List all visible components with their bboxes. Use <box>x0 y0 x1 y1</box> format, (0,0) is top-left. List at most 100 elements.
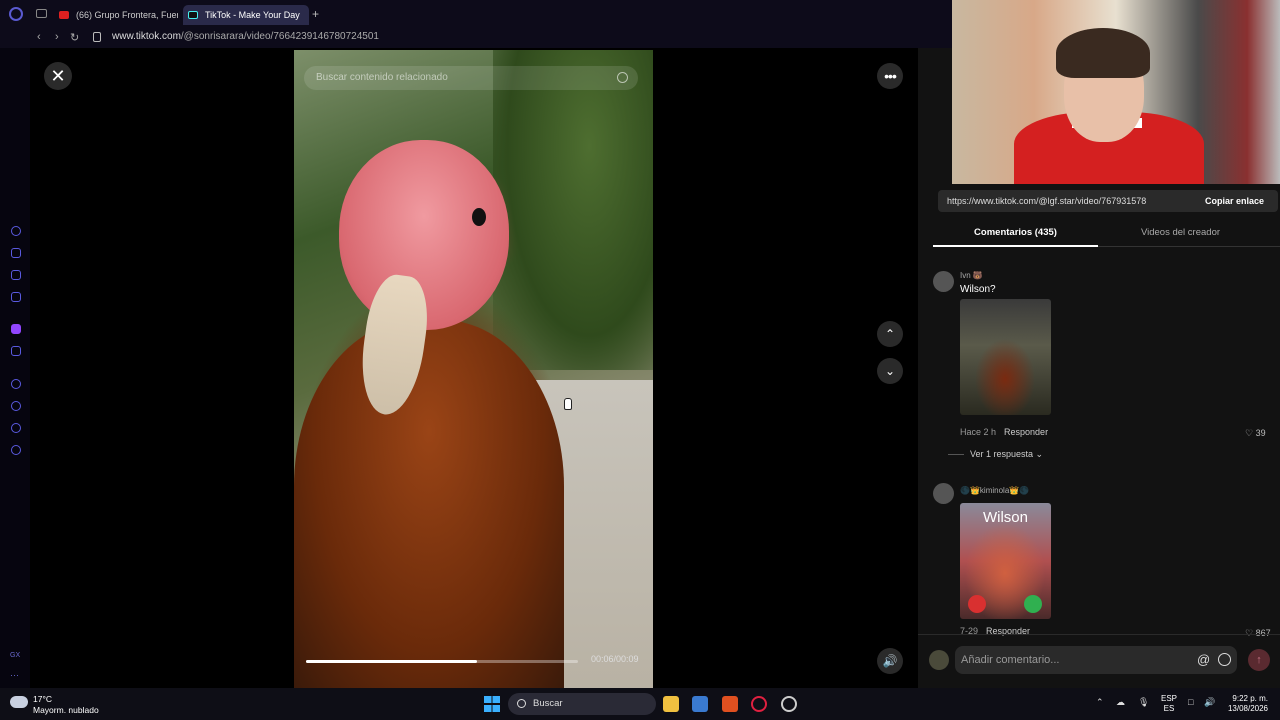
more-options-button[interactable]: ••• <box>877 63 903 89</box>
language-code: ESP <box>1161 694 1178 703</box>
tray-expand-icon[interactable]: ⌃ <box>1096 697 1104 708</box>
player-icon[interactable] <box>11 379 21 389</box>
comment-meta: Hace 2 h Responder <box>960 427 1048 437</box>
volume-icon[interactable]: 🔊 <box>1204 697 1215 708</box>
opera-logo-icon[interactable] <box>9 7 23 21</box>
clock-time: 9:22 p. m. <box>1232 694 1268 703</box>
webcam-overlay <box>952 0 1280 184</box>
video-player[interactable]: Buscar contenido relacionado 00:06/00:09 <box>294 50 653 688</box>
settings-icon[interactable] <box>11 445 21 455</box>
related-search-input[interactable]: Buscar contenido relacionado <box>304 66 638 90</box>
microphone-icon[interactable]: 🎙 <box>1138 697 1149 708</box>
share-url[interactable]: https://www.tiktok.com/@lgf.star/video/7… <box>947 190 1173 212</box>
tab-comments[interactable]: Comentarios (435) <box>933 227 1098 238</box>
close-button[interactable]: ✕ <box>44 62 72 90</box>
comment-input[interactable] <box>955 646 1237 674</box>
keyboard-layout: ES <box>1163 704 1175 713</box>
opera-sidebar: GX ··· <box>0 48 30 688</box>
percent-icon[interactable] <box>11 346 21 356</box>
notes-icon[interactable] <box>11 270 21 280</box>
forward-icon[interactable]: › <box>55 31 59 43</box>
comment-image[interactable]: Wilson <box>960 503 1051 619</box>
clock-date: 13/08/2026 <box>1227 704 1268 713</box>
app-icon[interactable] <box>781 696 797 712</box>
related-search-placeholder: Buscar contenido relacionado <box>316 72 448 83</box>
windows-start-icon[interactable] <box>484 696 500 712</box>
comment-image[interactable] <box>960 299 1051 415</box>
tab-youtube-label: (66) Grupo Frontera, Fuerz <box>76 10 178 20</box>
comment-time: Hace 2 h <box>960 427 997 437</box>
language-indicator[interactable]: ESP ES <box>1161 694 1177 714</box>
video-time: 00:06/00:09 <box>591 654 639 664</box>
decline-call-icon <box>968 595 986 613</box>
tab-creator-videos[interactable]: Videos del creador <box>1098 227 1263 238</box>
network-icon[interactable]: □ <box>1188 697 1193 707</box>
url-field[interactable]: www.tiktok.com/@sonrisarara/video/766423… <box>112 31 379 42</box>
store-icon[interactable] <box>692 696 708 712</box>
clock[interactable]: 9:22 p. m. 13/08/2026 <box>1222 694 1268 714</box>
view-replies-button[interactable]: Ver 1 respuesta ⌄ <box>948 449 1043 460</box>
send-button[interactable]: ↑ <box>1248 649 1270 671</box>
url-path: /@sonrisarara/video/7664239146780724501 <box>180 31 379 42</box>
brave-icon[interactable] <box>722 696 738 712</box>
avatar[interactable] <box>933 271 954 292</box>
tiktok-icon <box>188 11 198 19</box>
rooster-body <box>294 320 564 688</box>
more-sidebar-icon[interactable]: ··· <box>10 670 19 680</box>
tab-tiktok-label: TikTok - Make Your Day <box>205 10 300 20</box>
avatar[interactable] <box>933 483 954 504</box>
video-progress-fill <box>306 660 478 663</box>
video-viewer: ✕ Buscar contenido relacionado 00:06/00:… <box>30 48 918 688</box>
weather-description: Mayorm. nublado <box>33 705 99 715</box>
taskbar-search[interactable]: Buscar <box>508 693 656 715</box>
workspace-icon[interactable] <box>36 9 47 18</box>
temperature: 17°C <box>33 694 52 704</box>
tab-youtube[interactable]: (66) Grupo Frontera, Fuerz <box>54 5 178 25</box>
webcam-headphones <box>1056 28 1150 78</box>
chat-icon[interactable] <box>11 423 21 433</box>
reload-icon[interactable]: ↻ <box>70 31 79 44</box>
weather-widget[interactable]: 17°C Mayorm. nublado <box>33 694 99 716</box>
next-video-button[interactable]: ⌄ <box>877 358 903 384</box>
cloud-icon[interactable]: ☁ <box>1116 697 1125 708</box>
weather-icon[interactable] <box>10 696 28 708</box>
comment-composer: @ ↑ <box>918 634 1280 688</box>
twitch-icon[interactable] <box>11 324 21 334</box>
copy-link-button[interactable]: Copiar enlace <box>1205 190 1264 212</box>
opera-gx-icon[interactable] <box>751 696 767 712</box>
panel-tabs: Comentarios (435) Videos del creador <box>933 221 1280 247</box>
search-icon[interactable] <box>617 72 628 83</box>
youtube-icon <box>59 11 69 19</box>
comment-username[interactable]: 🌑👑kiminola👑🌑 <box>960 486 1029 495</box>
avatar[interactable] <box>929 650 949 670</box>
screen: (66) Grupo Frontera, Fuerz TikTok - Make… <box>0 0 1280 720</box>
accept-call-icon <box>1024 595 1042 613</box>
comment-image-title: Wilson <box>982 509 1028 526</box>
lock-icon[interactable] <box>93 32 101 42</box>
bag-icon[interactable] <box>11 248 21 258</box>
messenger-icon[interactable] <box>11 292 21 302</box>
search-icon <box>517 699 526 708</box>
taskbar: 17°C Mayorm. nublado Buscar ⌃ ☁ 🎙 ESP ES… <box>0 688 1280 720</box>
mention-icon[interactable]: @ <box>1197 652 1210 667</box>
new-tab-button[interactable]: + <box>312 7 319 21</box>
file-explorer-icon[interactable] <box>663 696 679 712</box>
volume-button[interactable]: 🔊 <box>877 648 903 674</box>
refresh-sidebar-icon[interactable] <box>11 226 21 236</box>
rooster-eye <box>472 208 486 226</box>
share-link-box: https://www.tiktok.com/@lgf.star/video/7… <box>938 190 1278 212</box>
history-icon[interactable] <box>11 401 21 411</box>
back-icon[interactable]: ‹ <box>37 31 41 43</box>
previous-video-button[interactable]: ⌃ <box>877 321 903 347</box>
url-host: www.tiktok.com <box>112 31 181 42</box>
comment-likes[interactable]: ♡ 39 <box>1245 428 1266 439</box>
comment-username[interactable]: Ivn 🐻 <box>960 271 983 280</box>
comment-likes-count: 39 <box>1255 428 1266 438</box>
video-progress-bar[interactable] <box>306 660 578 663</box>
gx-icon[interactable]: GX <box>10 652 20 659</box>
reply-button[interactable]: Responder <box>1004 427 1048 437</box>
emoji-icon[interactable] <box>1218 653 1231 666</box>
tab-tiktok[interactable]: TikTok - Make Your Day <box>183 5 309 25</box>
video-background-trees <box>493 50 653 370</box>
comment-text: Wilson? <box>960 284 996 295</box>
